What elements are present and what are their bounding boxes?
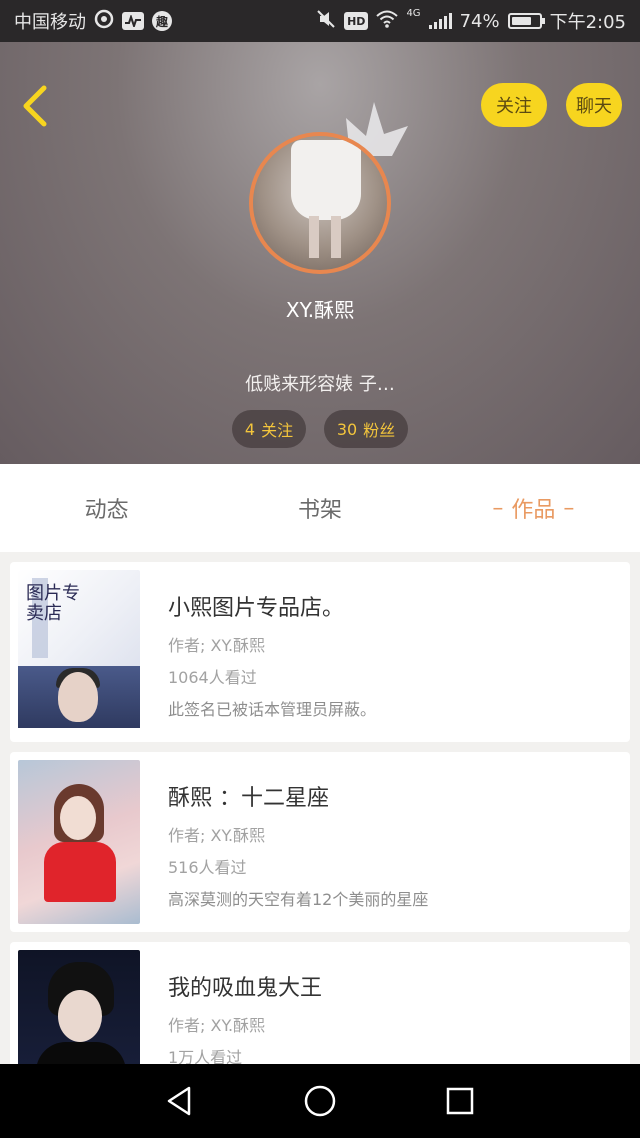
status-bar: 中国移动 趣 HD 4G 74% 下午2:05 [0, 0, 640, 42]
clock: 下午2:05 [549, 12, 626, 33]
tab-label: 书架 [297, 498, 342, 523]
network-type-label: 4G [406, 8, 421, 19]
cover-face-shape [60, 796, 96, 840]
tab-bookshelf[interactable]: 书架 [213, 464, 426, 552]
work-views: 1064人看过 [168, 668, 257, 687]
work-views: 1万人看过 [168, 1048, 243, 1064]
battery-icon [507, 13, 545, 29]
hd-icon: HD [344, 12, 369, 30]
bio: 低贱来形容婊 子… [245, 374, 395, 395]
active-dash-right: – [563, 495, 575, 521]
work-description: 高深莫测的天空有着12个美丽的星座 [168, 890, 429, 909]
status-right: HD 4G 74% 下午2:05 [316, 8, 626, 34]
tab-works[interactable]: – 作品 – [427, 464, 640, 552]
nav-back-button[interactable] [150, 1071, 210, 1131]
chevron-left-icon [23, 85, 47, 127]
tab-label: 作品 [511, 498, 556, 523]
avatar-leg-shape [309, 216, 319, 258]
work-title: 小熙图片专品店。 [168, 596, 345, 621]
system-navigation-bar [0, 1064, 640, 1138]
work-author: 作者; XY.酥熙 [168, 826, 266, 845]
fans-count: 30 [336, 419, 358, 439]
chat-button[interactable]: 聊天 [566, 83, 622, 127]
cover-face-shape [58, 990, 102, 1042]
triangle-back-icon [167, 1086, 191, 1116]
work-title: 我的吸血鬼大王 [168, 976, 323, 1001]
qu-app-icon: 趣 [152, 11, 172, 31]
nav-recents-button[interactable] [430, 1071, 490, 1131]
following-label: 关注 [261, 421, 294, 440]
follow-button[interactable]: 关注 [481, 83, 547, 127]
tab-dynamics[interactable]: 动态 [0, 464, 213, 552]
work-author: 作者; XY.酥熙 [168, 636, 266, 655]
carrier-label: 中国移动 [14, 12, 86, 33]
cover-face-shape [58, 672, 98, 722]
cover-body-shape [44, 842, 116, 902]
fans-label: 粉丝 [363, 421, 396, 440]
battery-fill [511, 17, 531, 25]
work-card[interactable]: 图片专卖店 小熙图片专品店。 作者; XY.酥熙 1064人看过 此签名已被话本… [10, 562, 630, 742]
work-card[interactable]: 我的吸血鬼大王 作者; XY.酥熙 1万人看过 [10, 942, 630, 1064]
netease-music-icon [94, 9, 114, 34]
works-list: 图片专卖店 小熙图片专品店。 作者; XY.酥熙 1064人看过 此签名已被话本… [0, 552, 640, 1064]
tab-label: 动态 [84, 498, 129, 523]
profile-header: 关注 聊天 XY.酥熙 低贱来形容婊 子… 4 关注 30 粉丝 [0, 42, 640, 464]
wifi-icon [376, 10, 399, 33]
cover-title-text: 图片专卖店 [26, 583, 80, 624]
work-cover-image [18, 950, 140, 1064]
work-description: 此签名已被话本管理员屏蔽。 [168, 700, 377, 719]
cover-body-shape [36, 1042, 126, 1064]
work-cover-image [18, 760, 140, 924]
active-dash-left: – [492, 495, 504, 521]
username: XY.酥熙 [285, 298, 355, 322]
status-left: 中国移动 趣 [14, 8, 172, 34]
fans-count-pill[interactable]: 30 粉丝 [324, 410, 408, 448]
signal-icon [428, 13, 452, 29]
work-title: 酥熙 ：十二星座 [168, 786, 329, 811]
circle-home-icon [304, 1085, 336, 1117]
activity-icon [122, 12, 144, 30]
square-recents-icon [446, 1087, 474, 1115]
following-count: 4 [244, 419, 256, 439]
back-button[interactable] [16, 82, 56, 130]
profile-tabs: 动态 书架 – 作品 – [0, 464, 640, 552]
mute-icon [316, 9, 336, 34]
avatar[interactable] [249, 132, 391, 274]
nav-home-button[interactable] [290, 1071, 350, 1131]
work-cover-image: 图片专卖店 [18, 570, 140, 734]
work-views: 516人看过 [168, 858, 247, 877]
battery-percent: 74% [459, 10, 500, 32]
avatar-leg-shape [331, 216, 341, 258]
work-card[interactable]: 酥熙 ：十二星座 作者; XY.酥熙 516人看过 高深莫测的天空有着12个美丽… [10, 752, 630, 932]
following-count-pill[interactable]: 4 关注 [232, 410, 306, 448]
avatar-dress-shape [291, 140, 361, 220]
work-author: 作者; XY.酥熙 [168, 1016, 266, 1035]
